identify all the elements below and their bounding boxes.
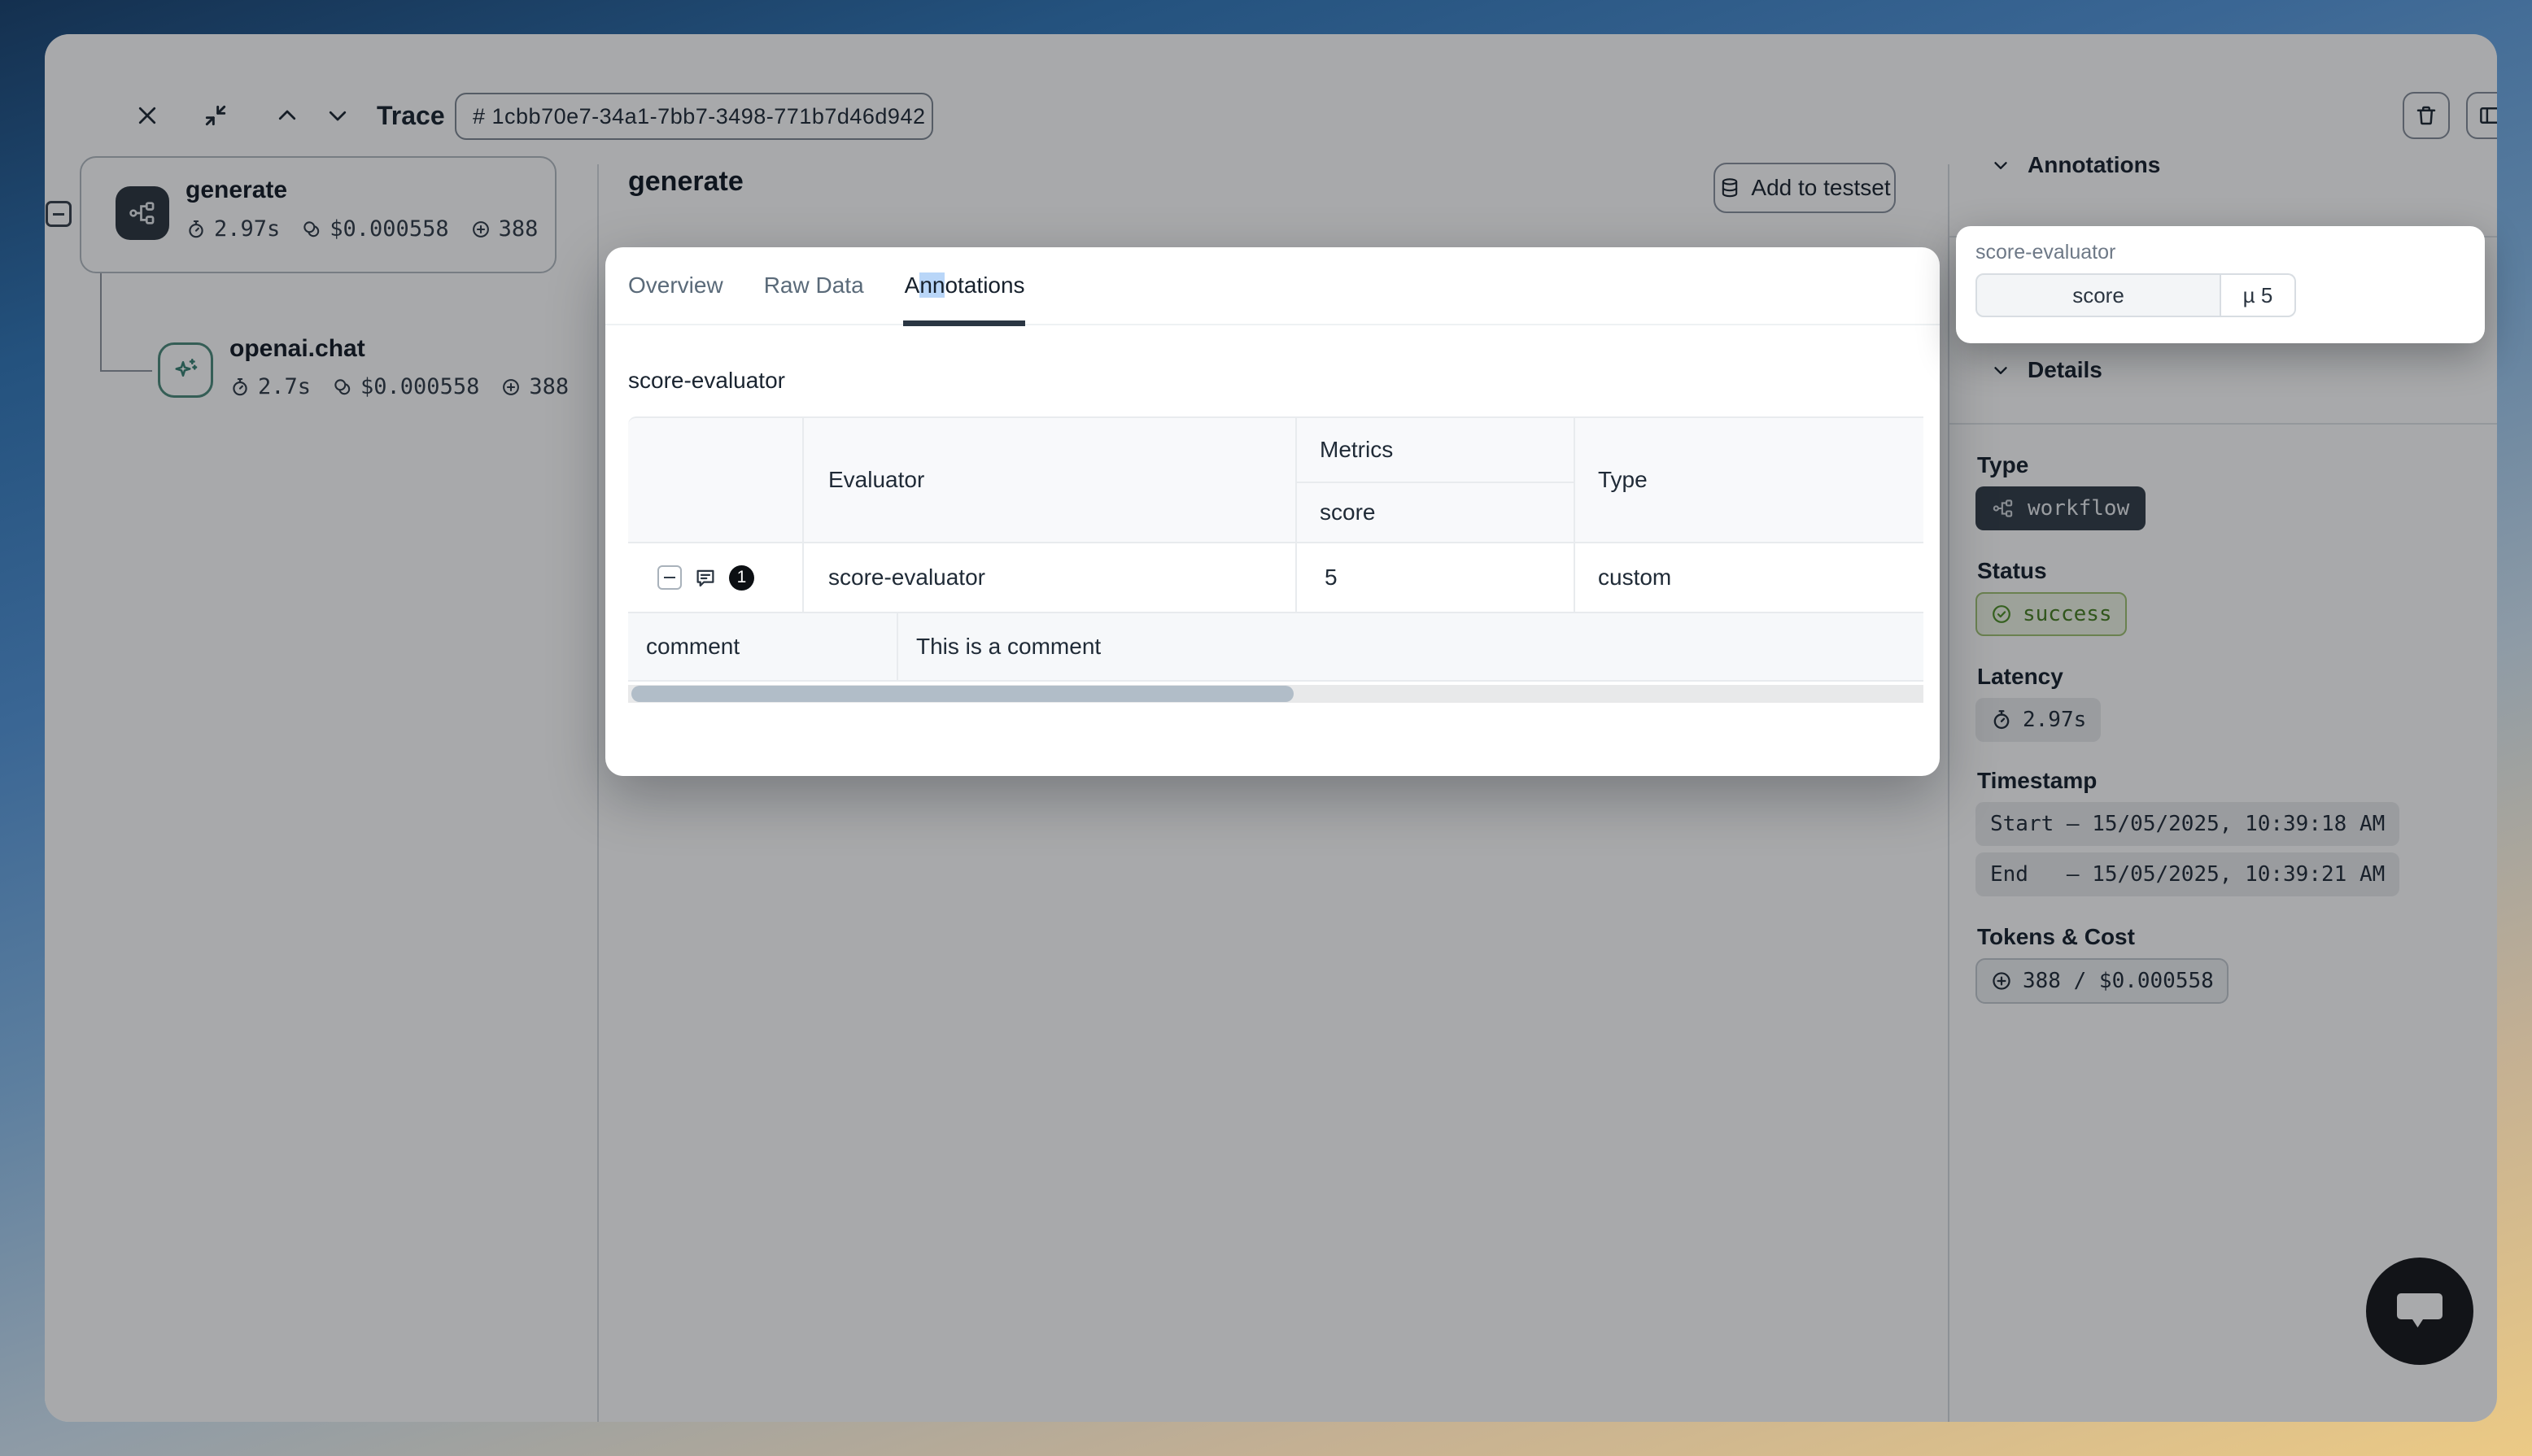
- horizontal-scrollbar[interactable]: [628, 685, 1923, 703]
- header-cell-evaluator: Evaluator: [804, 416, 1297, 543]
- row-controls: 1: [628, 543, 804, 613]
- annotation-evaluator-label: score-evaluator: [1975, 241, 2115, 264]
- annotations-panel: Overview Raw Data Annotations score-eval…: [605, 247, 1940, 776]
- score-mean-value[interactable]: µ 5: [2221, 273, 2296, 317]
- annotation-score-card: score-evaluator score µ 5: [1956, 226, 2485, 343]
- tab-annotations[interactable]: Annotations: [905, 246, 1025, 325]
- cell-evaluator: score-evaluator: [804, 543, 1297, 613]
- evaluator-section-title: score-evaluator: [628, 368, 785, 394]
- cell-type: custom: [1575, 543, 1923, 613]
- score-metric-button[interactable]: score: [1975, 273, 2221, 317]
- header-cell-empty: [628, 416, 804, 543]
- cell-score: 5: [1297, 543, 1575, 613]
- collapse-row-button[interactable]: [657, 565, 682, 590]
- comment-key-cell: comment: [628, 613, 898, 682]
- header-cell-metric-score: score: [1297, 483, 1575, 543]
- score-control: score µ 5: [1975, 273, 2296, 317]
- comment-value-cell: This is a comment: [898, 613, 1923, 682]
- tab-bar: Overview Raw Data Annotations: [605, 247, 1940, 325]
- tab-overview[interactable]: Overview: [628, 246, 723, 325]
- header-cell-type: Type: [1575, 416, 1923, 543]
- scrollbar-thumb[interactable]: [631, 686, 1294, 702]
- header-cell-metrics: Metrics: [1297, 416, 1575, 483]
- comment-count-badge: 1: [729, 565, 754, 591]
- tab-raw-data[interactable]: Raw Data: [764, 246, 864, 325]
- text-selection: nn: [919, 272, 945, 298]
- comment-icon[interactable]: [693, 565, 718, 590]
- active-tab-underline: [903, 320, 1025, 326]
